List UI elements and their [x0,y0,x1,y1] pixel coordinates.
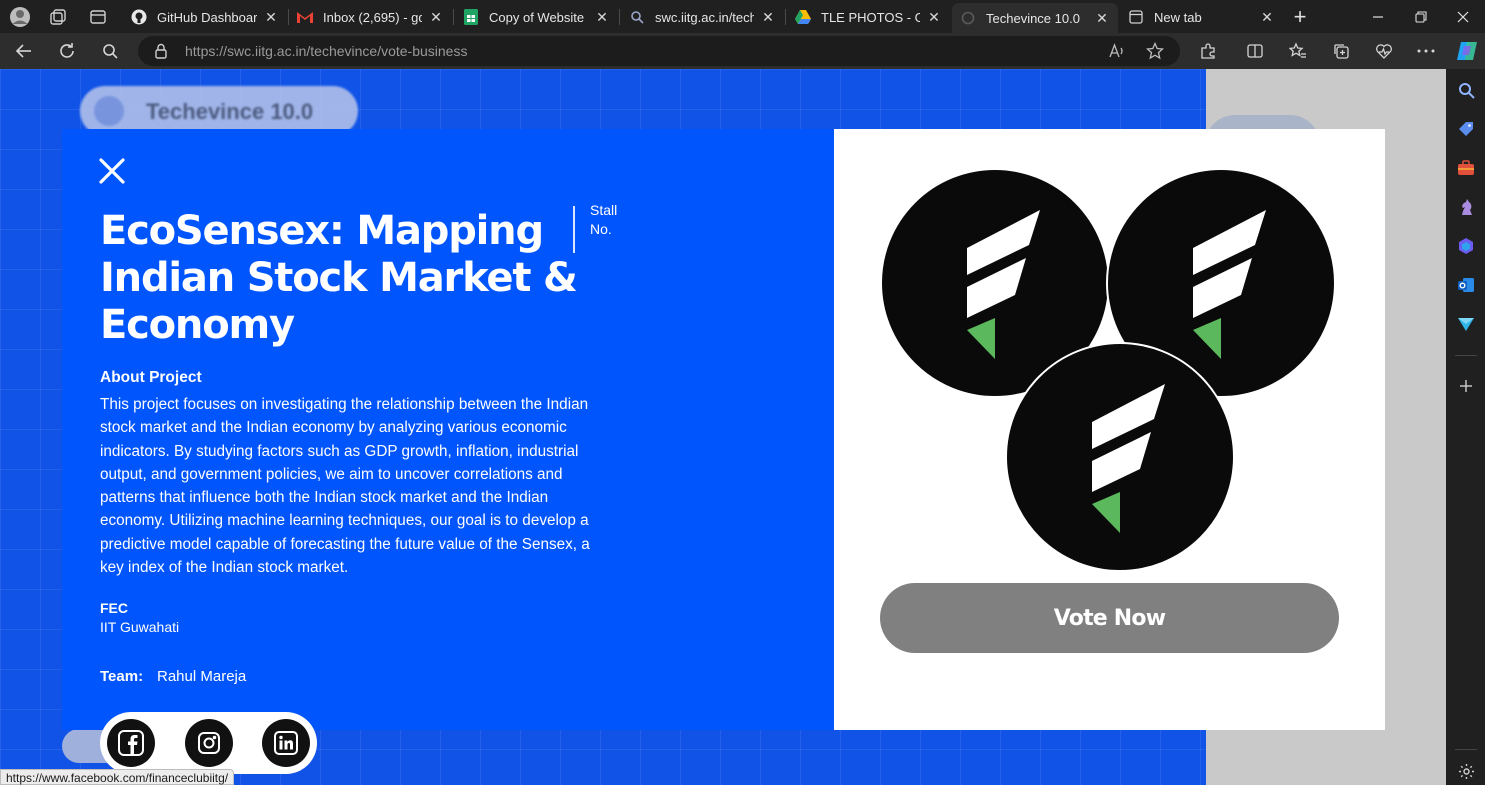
browser-essentials-icon[interactable] [1370,37,1398,65]
address-bar[interactable]: https://swc.iitg.ac.in/techevince/vote-b… [138,36,1180,66]
tab-new-tab[interactable]: New tab ✕ [1120,3,1283,31]
close-tab-icon[interactable]: ✕ [594,9,610,26]
tab-drive[interactable]: TLE PHOTOS - Goog ✕ [787,3,950,31]
tab-title: Inbox (2,695) - gdev [323,9,422,25]
background-logo-icon [94,96,124,126]
gmail-icon [297,9,313,25]
url-text[interactable]: https://swc.iitg.ac.in/techevince/vote-b… [185,43,467,59]
sheets-icon [463,9,479,25]
favorite-star-icon[interactable] [1145,41,1165,65]
project-modal-media: Vote Now [834,129,1385,730]
project-modal-details: EcoSensex: Mapping Indian Stock Market &… [62,129,834,730]
games-chess-icon[interactable] [1456,197,1476,217]
browser-toolbar: https://swc.iitg.ac.in/techevince/vote-b… [0,33,1485,69]
github-icon [131,9,147,25]
sidebar-separator [1455,355,1477,356]
edge-sidebar [1446,69,1485,785]
close-tab-icon[interactable]: ✕ [1259,9,1275,26]
tab-search[interactable]: swc.iitg.ac.in/techev ✕ [621,3,784,31]
vote-now-button[interactable]: Vote Now [880,583,1339,653]
more-options-icon[interactable] [1412,37,1440,65]
refresh-icon[interactable] [53,37,81,65]
workspaces-icon[interactable] [46,5,70,29]
loading-icon [960,10,976,26]
collections-icon[interactable] [1327,37,1355,65]
background-header-title: Techevince 10.0 [146,99,314,124]
fec-logo-icon [1092,384,1165,533]
sidebar-search-icon[interactable] [1456,80,1476,100]
drive-icon [795,9,811,25]
close-modal-icon[interactable] [98,157,126,185]
read-aloud-icon[interactable] [1108,42,1126,65]
newtab-icon [1128,9,1144,25]
minimize-icon[interactable] [1355,0,1401,33]
extensions-icon[interactable] [1194,37,1222,65]
team-members: Rahul Mareja [157,668,247,685]
tab-sheets[interactable]: Copy of Website dat ✕ [455,3,618,31]
social-links [100,712,317,774]
tab-title: swc.iitg.ac.in/techev [655,9,754,25]
tab-github[interactable]: GitHub Dashboard ✕ [123,3,287,31]
new-tab-button[interactable]: + [1288,4,1312,29]
shopping-tag-icon[interactable] [1456,119,1476,139]
search-icon [629,9,645,25]
outlook-icon[interactable] [1456,275,1476,295]
tab-strip: GitHub Dashboard ✕ Inbox (2,695) - gdev … [0,0,1485,33]
drop-send-icon[interactable] [1456,314,1476,334]
sidebar-settings-gear-icon[interactable] [1456,761,1476,781]
close-tab-icon[interactable]: ✕ [926,9,942,26]
window-close-icon[interactable] [1440,0,1485,33]
tab-separator [453,9,454,25]
tab-title: New tab [1154,9,1202,25]
split-screen-icon[interactable] [1241,37,1269,65]
lock-icon[interactable] [154,43,168,64]
tools-briefcase-icon[interactable] [1456,158,1476,178]
tab-separator [785,9,786,25]
tab-techevince-active[interactable]: Techevince 10.0 ✕ [952,3,1118,33]
tab-gmail[interactable]: Inbox (2,695) - gdev ✕ [289,3,452,31]
tab-separator [619,9,620,25]
back-icon[interactable] [10,37,38,65]
about-heading: About Project [100,369,202,386]
team-label: Team: [100,668,144,685]
tab-title: Copy of Website dat [489,9,588,25]
tab-title: Techevince 10.0 [986,10,1080,26]
favorites-icon[interactable] [1284,37,1312,65]
club-name: FEC [100,600,128,616]
facebook-icon[interactable] [107,719,155,767]
close-tab-icon[interactable]: ✕ [760,9,776,26]
stall-divider [573,206,575,253]
search-icon[interactable] [96,37,124,65]
stall-number-label: Stall No. [590,202,618,237]
status-bar-url: https://www.facebook.com/financeclubiitg… [0,769,235,785]
about-description: This project focuses on investigating th… [100,396,590,577]
profile-avatar-icon[interactable] [8,5,32,29]
tab-actions-icon[interactable] [86,5,110,29]
project-title: EcoSensex: Mapping Indian Stock Market &… [100,208,578,348]
linkedin-icon[interactable] [262,719,310,767]
close-tab-icon[interactable]: ✕ [263,9,279,26]
close-tab-icon[interactable]: ✕ [428,9,444,26]
instagram-icon[interactable] [185,719,233,767]
copilot-icon[interactable] [1453,37,1481,65]
project-logo-image [1005,342,1235,572]
tab-title: TLE PHOTOS - Goog [821,9,920,25]
microsoft-365-icon[interactable] [1456,236,1476,256]
close-tab-icon[interactable]: ✕ [1094,10,1110,27]
page-viewport: Techevince 10.0 EcoSensex: Mapping India… [0,69,1446,785]
restore-icon[interactable] [1398,0,1444,33]
add-sidebar-app-icon[interactable] [1456,376,1476,396]
institute-name: IIT Guwahati [100,619,180,635]
tab-title: GitHub Dashboard [157,9,257,25]
sidebar-separator [1455,749,1477,750]
